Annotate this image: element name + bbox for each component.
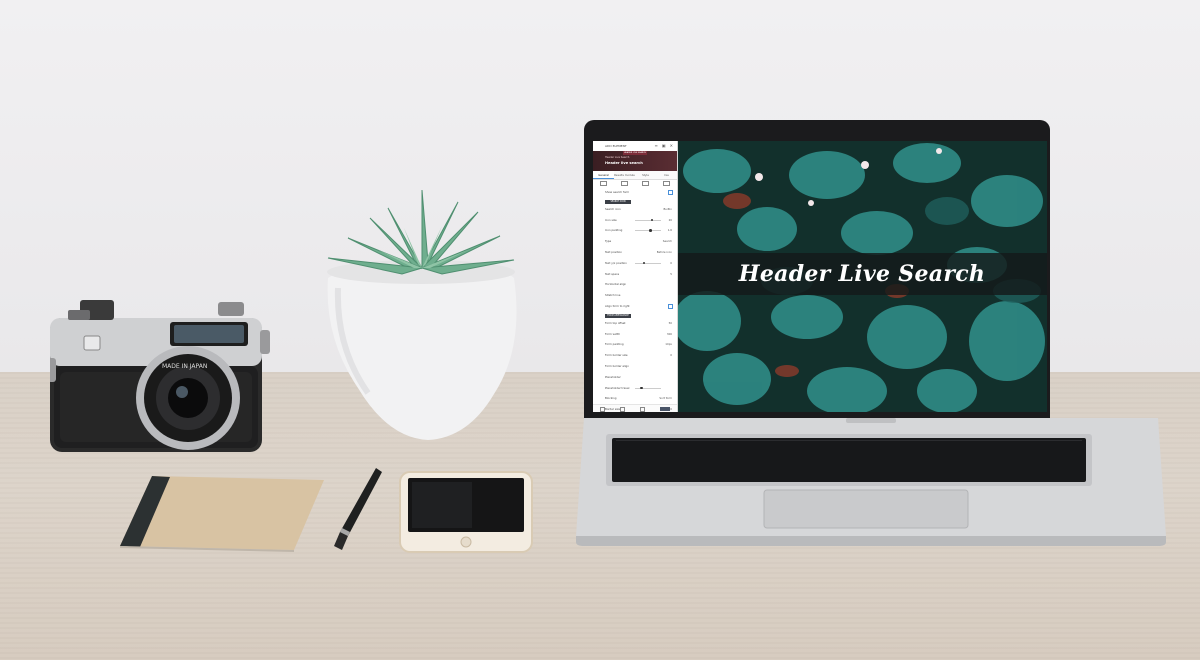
setting-label: Text y/x position xyxy=(605,260,627,265)
hero-title: Header Live Search xyxy=(738,261,986,287)
setting-row[interactable]: Show search form xyxy=(593,188,677,196)
trackpad xyxy=(763,489,969,529)
setting-label: Text space xyxy=(605,271,620,276)
setting-value[interactable]: 50 xyxy=(669,321,672,325)
setting-row[interactable]: Icon padding 1.6 xyxy=(593,226,677,234)
setting-label: Search icon xyxy=(605,206,621,211)
panel-app-title: ADD ELEMENT xyxy=(605,144,627,148)
setting-slider[interactable] xyxy=(635,386,661,390)
laptop-icon[interactable] xyxy=(621,181,628,186)
save-icon[interactable]: ▣ xyxy=(662,143,666,148)
setting-label: Blocking xyxy=(605,396,617,401)
tab-style[interactable]: Style xyxy=(635,171,656,179)
setting-row[interactable]: Text y/x position 0 xyxy=(593,259,677,267)
setting-label: Text position xyxy=(605,250,622,254)
setting-row[interactable]: Horizontal align xyxy=(593,280,677,288)
pen xyxy=(334,468,382,550)
setting-row[interactable]: Text position Before icon xyxy=(593,248,677,256)
tablet-icon[interactable] xyxy=(642,181,649,186)
keyboard xyxy=(612,438,1086,482)
close-icon[interactable]: ✕ xyxy=(670,143,673,148)
setting-label: Icon size xyxy=(605,217,617,222)
device-icon-row xyxy=(593,179,677,188)
notebook xyxy=(120,476,324,552)
element-name: Header live search xyxy=(605,161,643,165)
setting-row[interactable]: Text space 5 xyxy=(593,270,677,278)
tab-results-module[interactable]: Results module xyxy=(614,171,635,179)
laptop-screen: Header Live Search ADD ELEMENT ≡ ▣ ✕ HEA… xyxy=(593,141,1047,412)
setting-label: Form border size xyxy=(605,353,628,358)
breadcrumb[interactable]: Header Live Search xyxy=(605,156,629,159)
setting-value[interactable]: Search xyxy=(663,239,672,243)
lens-ring-text: MADE IN JAPAN xyxy=(162,363,207,370)
setting-value[interactable]: Builtin xyxy=(663,207,672,211)
setting-label: Show search form xyxy=(605,190,630,194)
setting-row[interactable]: Placeholder xyxy=(593,373,677,381)
setting-value[interactable]: 1.6 xyxy=(668,228,672,232)
setting-value[interactable]: Sort form xyxy=(659,396,672,400)
setting-label: Placeholder travel xyxy=(605,385,630,390)
setting-label: Horizontal align xyxy=(605,282,627,287)
setting-row[interactable]: Placeholder travel xyxy=(593,384,677,392)
setting-label: Form top offset xyxy=(605,320,626,325)
mobile-icon[interactable] xyxy=(663,181,670,186)
setting-slider[interactable] xyxy=(635,218,661,222)
setting-value[interactable]: 0 xyxy=(670,353,672,357)
setting-row[interactable]: Form padding 10px xyxy=(593,340,677,348)
setting-row[interactable]: Blocking Sort form xyxy=(593,394,677,402)
setting-slider[interactable] xyxy=(635,261,661,265)
setting-row[interactable]: Icon size 20 xyxy=(593,216,677,224)
camera: MADE IN JAPAN xyxy=(50,300,270,452)
setting-label: Icon padding xyxy=(605,228,623,233)
panel-element-header: HEADER LIVE SEARCH Header Live Search He… xyxy=(593,151,677,171)
desktop-icon[interactable] xyxy=(600,181,607,186)
setting-row[interactable]: Align form to right xyxy=(593,302,677,310)
setting-row[interactable]: Border size 0 xyxy=(593,405,677,412)
setting-label: Align form to right xyxy=(605,304,630,308)
section-header: SEARCH ICON xyxy=(605,199,631,204)
setting-value[interactable]: 20 xyxy=(669,218,672,222)
setting-value[interactable]: 0 xyxy=(670,261,672,265)
panel-badge: HEADER LIVE SEARCH xyxy=(623,151,647,155)
setting-slider[interactable] xyxy=(635,229,661,232)
setting-value[interactable]: Before icon xyxy=(657,250,672,254)
setting-row[interactable]: Form border size 0 xyxy=(593,351,677,359)
setting-label: Stretch line xyxy=(605,293,621,298)
potted-succulent xyxy=(327,189,517,440)
setting-row[interactable]: Stretch line xyxy=(593,291,677,299)
setting-checkbox[interactable] xyxy=(668,304,673,309)
setting-row[interactable]: Form width 300 xyxy=(593,330,677,338)
slider-knob[interactable] xyxy=(642,261,646,265)
setting-label: Type xyxy=(605,239,612,244)
setting-value[interactable]: 10px xyxy=(665,342,672,346)
tab-css[interactable]: Css xyxy=(656,171,677,179)
editor-panel: ADD ELEMENT ≡ ▣ ✕ HEADER LIVE SEARCH Hea… xyxy=(593,141,678,412)
slider-knob[interactable] xyxy=(650,218,654,222)
setting-row[interactable]: Search icon Builtin xyxy=(593,205,677,213)
tab-general[interactable]: General xyxy=(593,171,614,179)
setting-label: Form padding xyxy=(605,342,624,347)
layers-icon[interactable]: ≡ xyxy=(655,143,658,148)
setting-value[interactable]: 5 xyxy=(670,272,672,276)
setting-label: Placeholder xyxy=(605,374,621,379)
setting-row[interactable]: Form border align xyxy=(593,362,677,370)
setting-value[interactable]: 300 xyxy=(667,332,672,336)
setting-value[interactable]: 0 xyxy=(670,407,672,411)
setting-label: Form border align xyxy=(605,364,629,368)
smartphone xyxy=(399,471,533,553)
slider-knob[interactable] xyxy=(649,229,652,232)
setting-row[interactable]: Form top offset 50 xyxy=(593,319,677,327)
section-header: FORM APPEARANCE xyxy=(605,313,631,318)
slider-knob[interactable] xyxy=(640,386,643,390)
setting-row[interactable]: Type Search xyxy=(593,237,677,245)
setting-label: Border size xyxy=(605,407,621,412)
laptop-base xyxy=(576,418,1166,546)
setting-label: Form width xyxy=(605,331,621,336)
setting-checkbox[interactable] xyxy=(668,190,673,195)
